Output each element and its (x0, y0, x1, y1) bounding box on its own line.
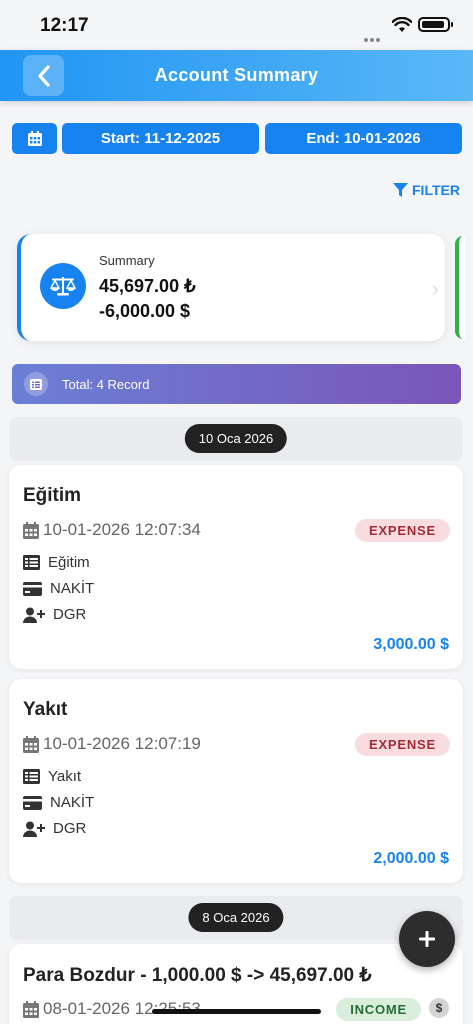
credit-card-icon (23, 795, 42, 810)
transaction-title: Yakıt (23, 699, 68, 720)
filter-button[interactable]: FILTER (393, 182, 460, 198)
home-indicator (152, 1009, 321, 1014)
person-label: DGR (53, 820, 87, 837)
list-icon (23, 769, 40, 784)
add-transaction-button[interactable] (399, 911, 455, 967)
transaction-category: Eğitim (23, 554, 90, 571)
signal-icon (364, 29, 386, 60)
start-date-button[interactable]: Start: 11-12-2025 (62, 123, 259, 154)
summary-card[interactable]: Summary 45,697.00 ₺ -6,000.00 $ › (17, 234, 445, 341)
calendar-icon (23, 1000, 39, 1018)
transaction-title: Eğitim (23, 485, 82, 506)
calendar-icon (27, 131, 42, 146)
status-time: 12:17 (40, 15, 89, 36)
credit-card-icon (23, 581, 42, 596)
filter-icon (393, 183, 408, 197)
account-label: NAKİT (50, 794, 95, 811)
plus-icon (419, 931, 435, 947)
transaction-date: 10-01-2026 12:07:19 (23, 734, 201, 754)
calendar-icon (23, 521, 39, 539)
filter-label: FILTER (412, 182, 460, 198)
balance-scale-icon (40, 263, 86, 309)
transaction-title: Para Bozdur - 1,000.00 $ -> 45,697.00 ₺ (23, 965, 372, 986)
person-label: DGR (53, 606, 87, 623)
transaction-amount: 2,000.00 $ (373, 850, 449, 867)
transaction-datetime: 10-01-2026 12:07:19 (43, 734, 201, 753)
currency-icon: $ (429, 998, 449, 1018)
category-label: Eğitim (48, 554, 90, 571)
transaction-card[interactable]: Yakıt 10-01-2026 12:07:19 EXPENSE Yakıt … (9, 679, 463, 883)
date-pill: 8 Oca 2026 (188, 903, 284, 932)
summary-label: Summary (99, 253, 155, 268)
next-summary-card[interactable] (455, 236, 465, 339)
category-label: Yakıt (48, 768, 82, 785)
transaction-person: DGR (23, 820, 86, 837)
type-badge: INCOME (336, 998, 421, 1021)
wifi-icon (392, 17, 412, 32)
type-badge: EXPENSE (354, 733, 450, 756)
calendar-button[interactable] (12, 123, 57, 154)
end-date-button[interactable]: End: 10-01-2026 (265, 123, 462, 154)
list-icon (24, 372, 48, 396)
transaction-account: NAKİT (23, 580, 94, 597)
transaction-date: 10-01-2026 12:07:34 (23, 520, 201, 540)
status-bar: 12:17 (0, 0, 473, 60)
total-records-text: Total: 4 Record (62, 377, 150, 392)
summary-value-try: 45,697.00 ₺ (99, 276, 196, 296)
transaction-person: DGR (23, 606, 86, 623)
transaction-account: NAKİT (23, 794, 94, 811)
date-pill: 10 Oca 2026 (184, 424, 288, 453)
battery-icon (418, 17, 453, 32)
type-badge: EXPENSE (354, 519, 450, 542)
chevron-right-icon: › (431, 276, 439, 301)
summary-value-usd: -6,000.00 $ (99, 301, 191, 321)
person-add-icon (23, 821, 45, 837)
account-label: NAKİT (50, 580, 95, 597)
total-records-banner: Total: 4 Record (12, 364, 461, 404)
person-add-icon (23, 607, 45, 623)
page-title: Account Summary (154, 65, 319, 85)
transaction-datetime: 10-01-2026 12:07:34 (43, 520, 201, 539)
transaction-card[interactable]: Eğitim 10-01-2026 12:07:34 EXPENSE Eğiti… (9, 465, 463, 669)
transaction-category: Yakıt (23, 768, 81, 785)
app-header: Account Summary (0, 50, 473, 101)
transaction-amount: 3,000.00 $ (373, 636, 449, 653)
date-group-header: 8 Oca 2026 (9, 896, 463, 940)
list-icon (23, 555, 40, 570)
date-group-header: 10 Oca 2026 (9, 417, 463, 461)
calendar-icon (23, 735, 39, 753)
